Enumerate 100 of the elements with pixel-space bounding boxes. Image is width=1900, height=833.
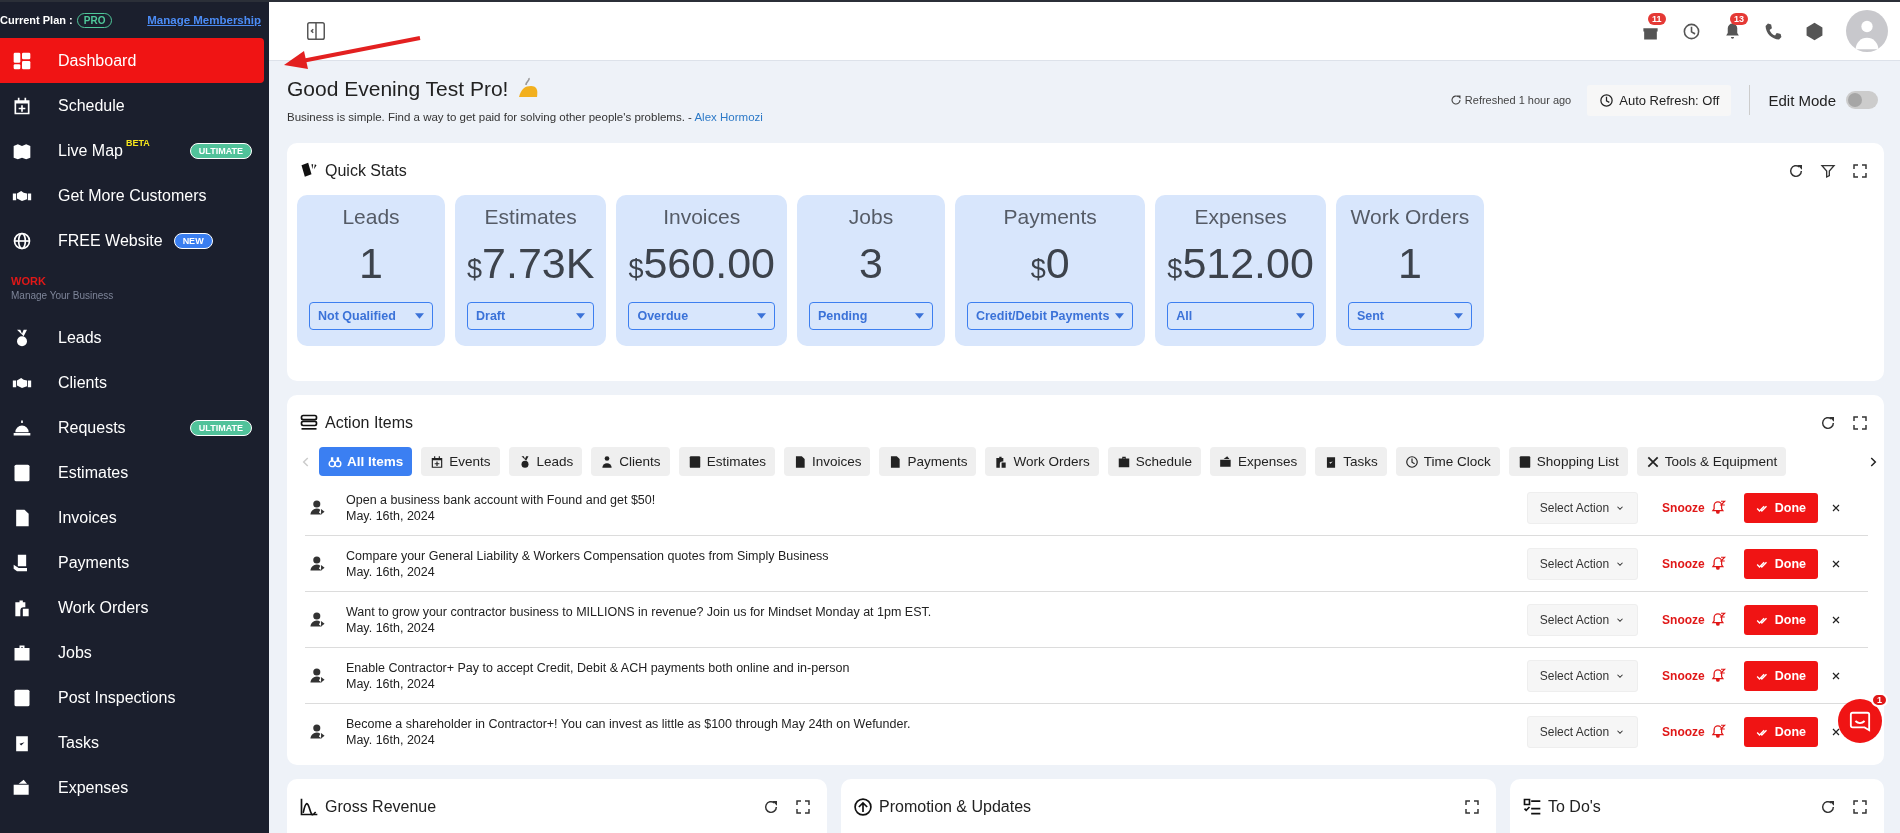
filter-tab[interactable]: Tasks — [1315, 447, 1387, 476]
select-action-dropdown[interactable]: Select Action — [1526, 491, 1639, 524]
filter-tab[interactable]: Estimates — [678, 447, 775, 476]
sidebar-item-label: Dashboard — [58, 51, 137, 70]
stat-label: Estimates — [484, 205, 577, 229]
stat-value: 560.00 — [643, 239, 775, 288]
filter-tab[interactable]: Payments — [879, 447, 977, 476]
sidebar-item-label: Post Inspections — [58, 688, 176, 707]
sidebar-item[interactable]: Estimates — [0, 450, 264, 495]
stat-value: 7.73K — [482, 239, 595, 288]
card-title: Gross Revenue — [325, 798, 437, 816]
sidebar-item[interactable]: Jobs — [0, 630, 264, 675]
select-action-dropdown[interactable]: Select Action — [1526, 659, 1639, 692]
manage-membership-link[interactable]: Manage Membership — [147, 14, 261, 26]
sidebar-item[interactable]: Tasks — [0, 720, 264, 765]
stat-value: 512.00 — [1182, 239, 1314, 288]
sidebar-item-label: Live Map — [58, 141, 123, 160]
filter-dropdown[interactable]: Sent — [1347, 302, 1472, 330]
filter-tab[interactable]: Leads — [508, 447, 583, 476]
card-title: Action Items — [325, 414, 414, 432]
filter-dropdown[interactable]: All — [1167, 302, 1314, 330]
snooze-button[interactable]: Snooze — [1658, 496, 1730, 519]
section-subtitle: Manage Your Business — [10, 289, 115, 303]
stat-label: Payments — [1003, 205, 1097, 229]
count-badge: 11 — [1648, 12, 1666, 25]
sidebar-item-label: Jobs — [58, 643, 92, 662]
done-button[interactable]: Done — [1743, 604, 1818, 635]
snooze-button[interactable]: Snooze — [1658, 552, 1730, 575]
sidebar-item-label: Work Orders — [58, 598, 149, 617]
card-title: To Do's — [1548, 798, 1601, 816]
select-action-dropdown[interactable]: Select Action — [1526, 547, 1639, 580]
tier-badge: NEW — [173, 232, 213, 249]
done-button[interactable]: Done — [1743, 660, 1818, 691]
tier-badge: ULTIMATE — [189, 419, 252, 436]
filter-tab[interactable]: All Items — [319, 447, 413, 476]
filter-tab[interactable]: Work Orders — [985, 447, 1099, 476]
select-action-dropdown[interactable]: Select Action — [1526, 603, 1639, 636]
snooze-button[interactable]: Snooze — [1658, 608, 1730, 631]
action-item-date: May. 16th, 2024 — [346, 732, 436, 747]
section-title: WORK — [10, 274, 47, 287]
filter-tab[interactable]: Time Clock — [1395, 447, 1500, 476]
sidebar-item[interactable]: Invoices — [0, 495, 264, 540]
sidebar-item-label: Tasks — [58, 733, 99, 752]
action-item-date: May. 16th, 2024 — [346, 564, 436, 579]
tier-badge: ULTIMATE — [189, 142, 252, 159]
filter-tab[interactable]: Clients — [591, 447, 670, 476]
filter-dropdown[interactable]: Overdue — [628, 302, 775, 330]
filter-dropdown[interactable]: Pending — [808, 302, 933, 330]
sidebar-item[interactable]: Post Inspections — [0, 675, 264, 720]
action-item-date: May. 16th, 2024 — [346, 620, 436, 635]
sidebar-item[interactable]: Clients — [0, 360, 264, 405]
sidebar-item[interactable]: Payments — [0, 540, 264, 585]
select-action-dropdown[interactable]: Select Action — [1526, 715, 1639, 748]
stat-value: 1 — [1397, 239, 1422, 288]
stat-value: 1 — [359, 239, 383, 288]
filter-tab[interactable]: Schedule — [1107, 447, 1202, 476]
stat-value: 3 — [859, 239, 883, 288]
currency-symbol: $ — [628, 254, 644, 285]
sidebar-item[interactable]: Live Map $^{BETA}$ ULTIMATE — [0, 128, 264, 173]
stat-value: 0 — [1045, 239, 1070, 288]
sidebar-item[interactable]: Leads — [0, 315, 264, 360]
action-item-date: May. 16th, 2024 — [346, 508, 436, 523]
currency-symbol: $ — [1030, 254, 1046, 285]
filter-tab[interactable]: Expenses — [1210, 447, 1307, 476]
action-item-date: May. 16th, 2024 — [346, 676, 436, 691]
sidebar-item[interactable]: Work Orders — [0, 585, 264, 630]
filter-dropdown[interactable]: Draft — [467, 302, 595, 330]
currency-symbol: $ — [1167, 254, 1183, 285]
author-link[interactable]: Alex Hormozi — [694, 111, 763, 123]
sidebar-item[interactable]: Schedule — [0, 83, 264, 128]
action-item-text: Become a shareholder in Contractor+! You can invest as little as $100 through May 24th on Wefunder. — [346, 716, 912, 731]
sidebar-item[interactable]: FREE Website NEW — [0, 218, 264, 263]
done-button[interactable]: Done — [1743, 548, 1818, 579]
sidebar-item-label: Clients — [58, 373, 107, 392]
done-button[interactable]: Done — [1743, 716, 1818, 747]
filter-tab[interactable]: Tools & Equipment — [1636, 447, 1787, 476]
stat-label: Leads — [342, 205, 400, 229]
filter-dropdown[interactable]: Credit/Debit Payments — [966, 302, 1134, 330]
sidebar-item-label: Estimates — [58, 463, 129, 482]
auto-refresh-button[interactable]: Auto Refresh: Off — [1587, 84, 1732, 116]
done-button[interactable]: Done — [1743, 492, 1818, 523]
action-item-text: Compare your General Liability & Workers Compensation quotes from Simply Business — [346, 548, 830, 563]
action-item-text: Enable Contractor+ Pay to accept Credit, Debit & ACH payments both online and in-person — [346, 660, 851, 675]
filter-tab[interactable]: Invoices — [783, 447, 871, 476]
sidebar-item-label: Schedule — [58, 96, 125, 115]
sidebar-item[interactable]: Expenses — [0, 765, 264, 810]
sidebar-item[interactable]: Dashboard — [0, 38, 264, 83]
snooze-button[interactable]: Snooze — [1658, 664, 1730, 687]
stat-label: Invoices — [663, 205, 741, 229]
sidebar-item-label: Invoices — [58, 508, 117, 527]
sidebar-item-label: Payments — [58, 553, 130, 572]
sidebar-item-label: Expenses — [58, 778, 129, 797]
beta-label: BETA — [125, 138, 150, 148]
filter-tab[interactable]: Events — [421, 447, 500, 476]
snooze-button[interactable]: Snooze — [1658, 720, 1730, 743]
sidebar-item[interactable]: Requests ULTIMATE — [0, 405, 264, 450]
filter-tab[interactable]: Shopping List — [1508, 447, 1628, 476]
card-title: Quick Stats — [325, 162, 407, 180]
sidebar-item[interactable]: Get More Customers — [0, 173, 264, 218]
filter-dropdown[interactable]: Not Qualified — [309, 302, 433, 330]
